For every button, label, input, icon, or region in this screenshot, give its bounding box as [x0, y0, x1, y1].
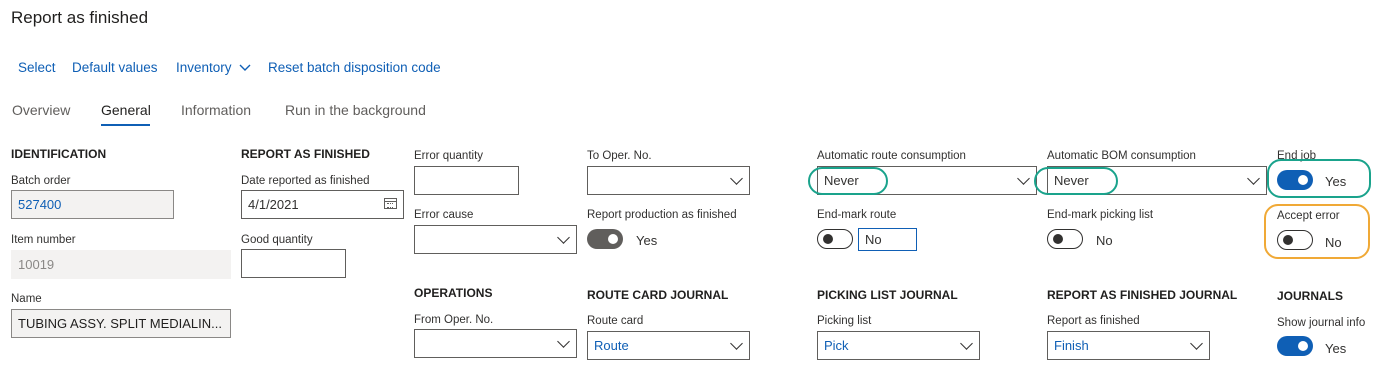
picking-list-value: Pick [824, 338, 849, 353]
toggle-knob [823, 234, 833, 244]
end-job-label: End job [1277, 150, 1317, 162]
picking-list-journal-heading: PICKING LIST JOURNAL [817, 288, 958, 302]
toggle-knob [608, 234, 618, 244]
report-production-value: Yes [636, 233, 658, 248]
chevron-down-icon [239, 64, 251, 72]
toggle-knob [1053, 234, 1063, 244]
calendar-icon[interactable] [384, 198, 397, 209]
chevron-down-icon [557, 230, 570, 244]
report-finished-journal-dropdown[interactable]: Finish [1047, 331, 1210, 360]
chevron-down-icon [1190, 336, 1203, 350]
show-journal-info-label: Show journal info [1277, 317, 1366, 329]
accept-error-label: Accept error [1277, 210, 1340, 222]
toggle-knob [1283, 235, 1293, 245]
chevron-down-icon [557, 334, 570, 348]
journals-heading: JOURNALS [1277, 289, 1344, 303]
auto-route-consumption-dropdown[interactable]: Never [817, 166, 1037, 195]
report-finished-journal-label: Report as finished [1047, 315, 1140, 327]
report-production-toggle[interactable] [587, 229, 623, 249]
route-card-label: Route card [587, 315, 644, 327]
route-card-journal-heading: ROUTE CARD JOURNAL [587, 288, 729, 302]
auto-bom-consumption-dropdown[interactable]: Never [1047, 166, 1267, 195]
to-oper-no-label: To Oper. No. [587, 150, 652, 162]
default-values-button[interactable]: Default values [72, 60, 158, 75]
toggle-knob [1298, 341, 1308, 351]
error-cause-label: Error cause [414, 209, 474, 221]
end-mark-picking-list-label: End-mark picking list [1047, 209, 1154, 221]
chevron-down-icon [730, 171, 743, 185]
end-mark-route-toggle[interactable] [817, 229, 853, 249]
auto-bom-consumption-label: Automatic BOM consumption [1047, 150, 1196, 162]
picking-list-label: Picking list [817, 315, 872, 327]
tab-overview[interactable]: Overview [12, 102, 70, 118]
report-finished-journal-value: Finish [1054, 338, 1089, 353]
end-mark-route-label: End-mark route [817, 209, 897, 221]
inventory-label: Inventory [176, 60, 232, 75]
error-quantity-label: Error quantity [414, 150, 484, 162]
date-reported-label: Date reported as finished [241, 175, 370, 187]
chevron-down-icon [960, 336, 973, 350]
date-reported-value: 4/1/2021 [248, 197, 299, 212]
auto-route-consumption-label: Automatic route consumption [817, 150, 966, 162]
end-mark-picking-list-value: No [1096, 233, 1113, 248]
error-quantity-field[interactable] [414, 166, 519, 195]
route-card-value: Route [594, 338, 629, 353]
tab-information[interactable]: Information [181, 102, 251, 118]
accept-error-toggle[interactable] [1277, 230, 1313, 250]
date-reported-field[interactable]: 4/1/2021 [241, 190, 404, 219]
report-as-finished-heading: REPORT AS FINISHED [241, 147, 370, 161]
inventory-menu-button[interactable]: Inventory [176, 60, 251, 75]
page-title: Report as finished [11, 8, 149, 27]
good-quantity-field[interactable] [241, 249, 346, 278]
show-journal-info-value: Yes [1325, 341, 1347, 356]
report-production-label: Report production as finished [587, 209, 737, 221]
end-job-value: Yes [1325, 174, 1347, 189]
chevron-down-icon [1247, 171, 1260, 185]
tab-general[interactable]: General [101, 102, 151, 118]
chevron-down-icon [730, 336, 743, 350]
to-oper-no-dropdown[interactable] [587, 166, 750, 195]
select-button[interactable]: Select [18, 60, 56, 75]
batch-order-label: Batch order [11, 175, 71, 187]
from-oper-no-label: From Oper. No. [414, 314, 494, 326]
route-card-dropdown[interactable]: Route [587, 331, 750, 360]
auto-bom-consumption-value: Never [1054, 173, 1089, 188]
from-oper-no-dropdown[interactable] [414, 329, 577, 358]
chevron-down-icon [1017, 171, 1030, 185]
accept-error-value: No [1325, 235, 1342, 250]
reset-batch-disposition-button[interactable]: Reset batch disposition code [268, 60, 441, 75]
end-mark-route-value[interactable]: No [858, 228, 917, 251]
name-field[interactable]: TUBING ASSY. SPLIT MEDIALIN... [11, 309, 231, 338]
picking-list-dropdown[interactable]: Pick [817, 331, 980, 360]
operations-heading: OPERATIONS [414, 286, 493, 300]
toggle-knob [1298, 175, 1308, 185]
end-job-toggle[interactable] [1277, 170, 1313, 190]
tab-run-in-background[interactable]: Run in the background [285, 102, 426, 118]
error-cause-dropdown[interactable] [414, 225, 577, 254]
identification-heading: IDENTIFICATION [11, 147, 107, 161]
batch-order-field[interactable]: 527400 [11, 190, 174, 219]
item-number-label: Item number [11, 234, 76, 246]
name-label: Name [11, 293, 42, 305]
item-number-field[interactable]: 10019 [11, 250, 231, 279]
auto-route-consumption-value: Never [824, 173, 859, 188]
report-finished-journal-heading: REPORT AS FINISHED JOURNAL [1047, 288, 1238, 302]
good-quantity-label: Good quantity [241, 234, 313, 246]
show-journal-info-toggle[interactable] [1277, 336, 1313, 356]
end-mark-picking-list-toggle[interactable] [1047, 229, 1083, 249]
active-tab-indicator [101, 124, 150, 126]
